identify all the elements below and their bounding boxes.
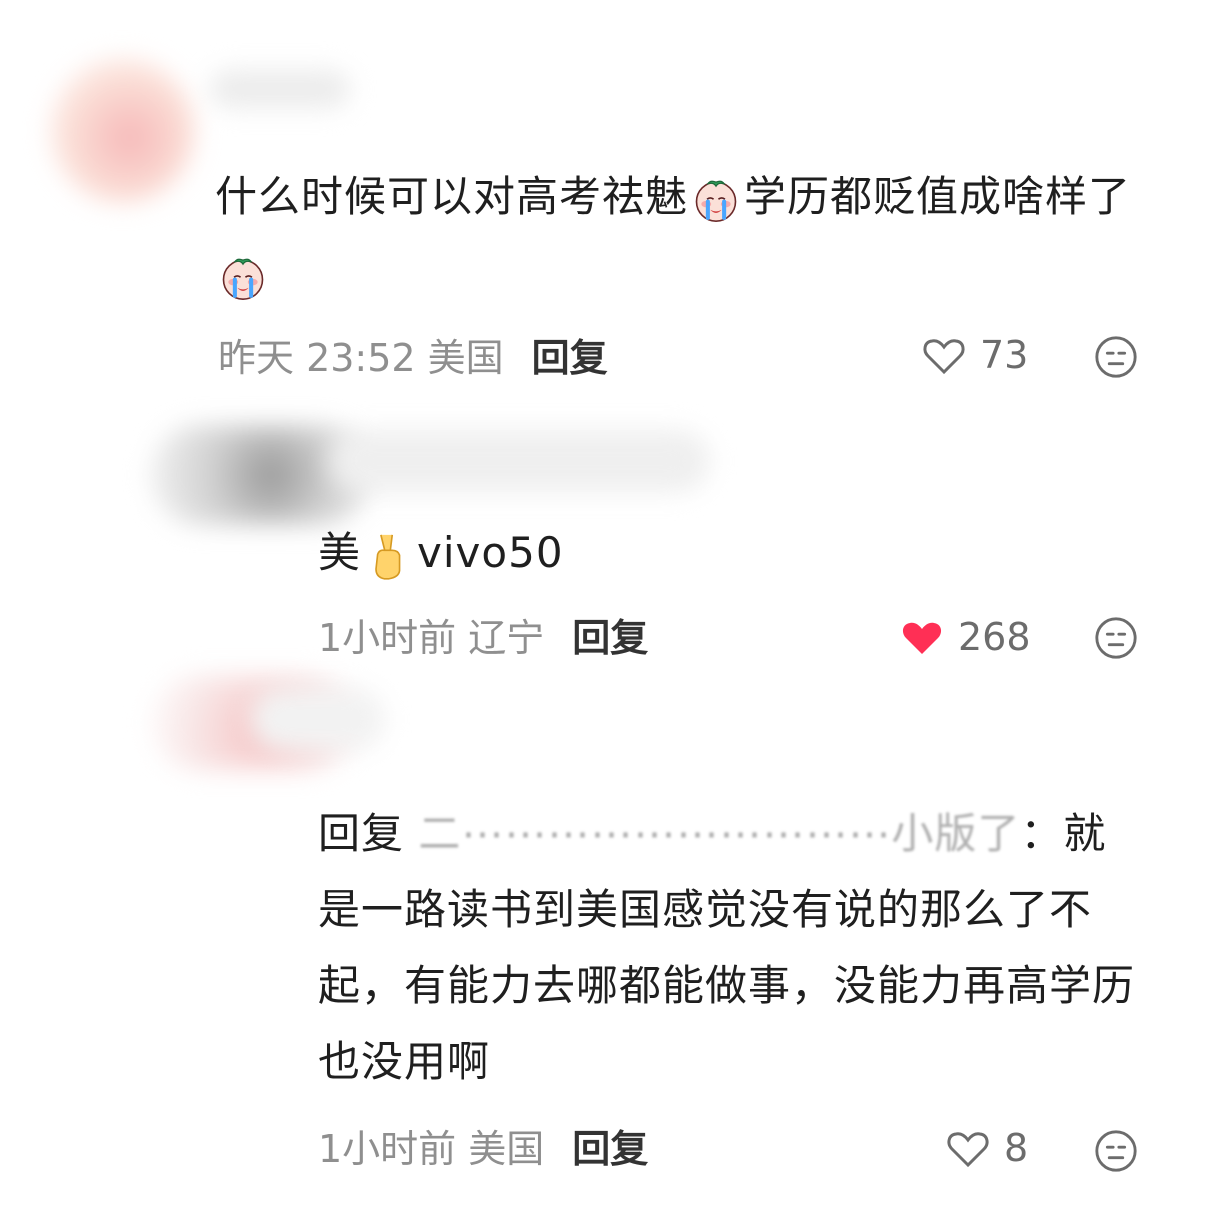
neutral-face-icon[interactable] (1093, 1128, 1139, 1174)
reply-target-name[interactable]: 二⋯⋯⋯⋯⋯⋯⋯⋯⋯⋯小版了 (418, 809, 1020, 858)
comment-text-part2: 学历都贬值成啥样了 (744, 172, 1132, 221)
comment-text: 美 vivo50 (318, 514, 564, 592)
reply-button[interactable]: 回复 (572, 616, 648, 660)
neutral-face-icon[interactable] (1093, 334, 1139, 380)
neutral-face-icon[interactable] (1093, 615, 1139, 661)
comment-meta: 1小时前 美国 回复 (318, 1124, 648, 1174)
comment-text-prefix: 美 (318, 528, 362, 577)
heart-filled-icon[interactable] (898, 613, 946, 661)
crying-emoji-icon (695, 180, 737, 222)
reply-prefix: 回复 (318, 809, 405, 858)
avatar-blurred[interactable] (50, 58, 195, 203)
username-blurred[interactable] (250, 688, 385, 750)
reply-button[interactable]: 回复 (572, 1127, 648, 1171)
reply-button[interactable]: 回复 (532, 336, 608, 380)
like-count: 268 (958, 615, 1031, 659)
time-location: 1小时前 美国 (318, 1127, 545, 1171)
heart-outline-icon[interactable] (920, 331, 968, 379)
comment-text-part1: 什么时候可以对高考祛魅 (215, 172, 689, 221)
comment-text: 回复 二⋯⋯⋯⋯⋯⋯⋯⋯⋯⋯小版了：就是一路读书到美国感觉没有说的那么了不起，有… (318, 796, 1148, 1100)
comment-text-suffix: vivo50 (417, 528, 564, 577)
time-location: 1小时前 辽宁 (318, 616, 545, 660)
like-button[interactable]: 268 (898, 613, 1031, 661)
like-button[interactable]: 73 (920, 331, 1028, 379)
victory-hand-icon (375, 534, 401, 580)
like-button[interactable]: 8 (944, 1124, 1028, 1172)
comment-meta: 1小时前 辽宁 回复 (318, 613, 648, 663)
heart-outline-icon[interactable] (944, 1124, 992, 1172)
like-count: 8 (1004, 1126, 1029, 1170)
like-count: 73 (980, 333, 1029, 377)
crying-emoji-icon (222, 258, 264, 300)
comment-text: 什么时候可以对高考祛魅 学历都贬值成啥样了 (215, 158, 1165, 314)
username-blurred[interactable] (330, 430, 710, 492)
time-location: 昨天 23:52 美国 (218, 336, 504, 380)
comment-meta: 昨天 23:52 美国 回复 (218, 333, 608, 383)
reply-colon: ： (1020, 809, 1064, 858)
username-blurred[interactable] (210, 70, 350, 108)
